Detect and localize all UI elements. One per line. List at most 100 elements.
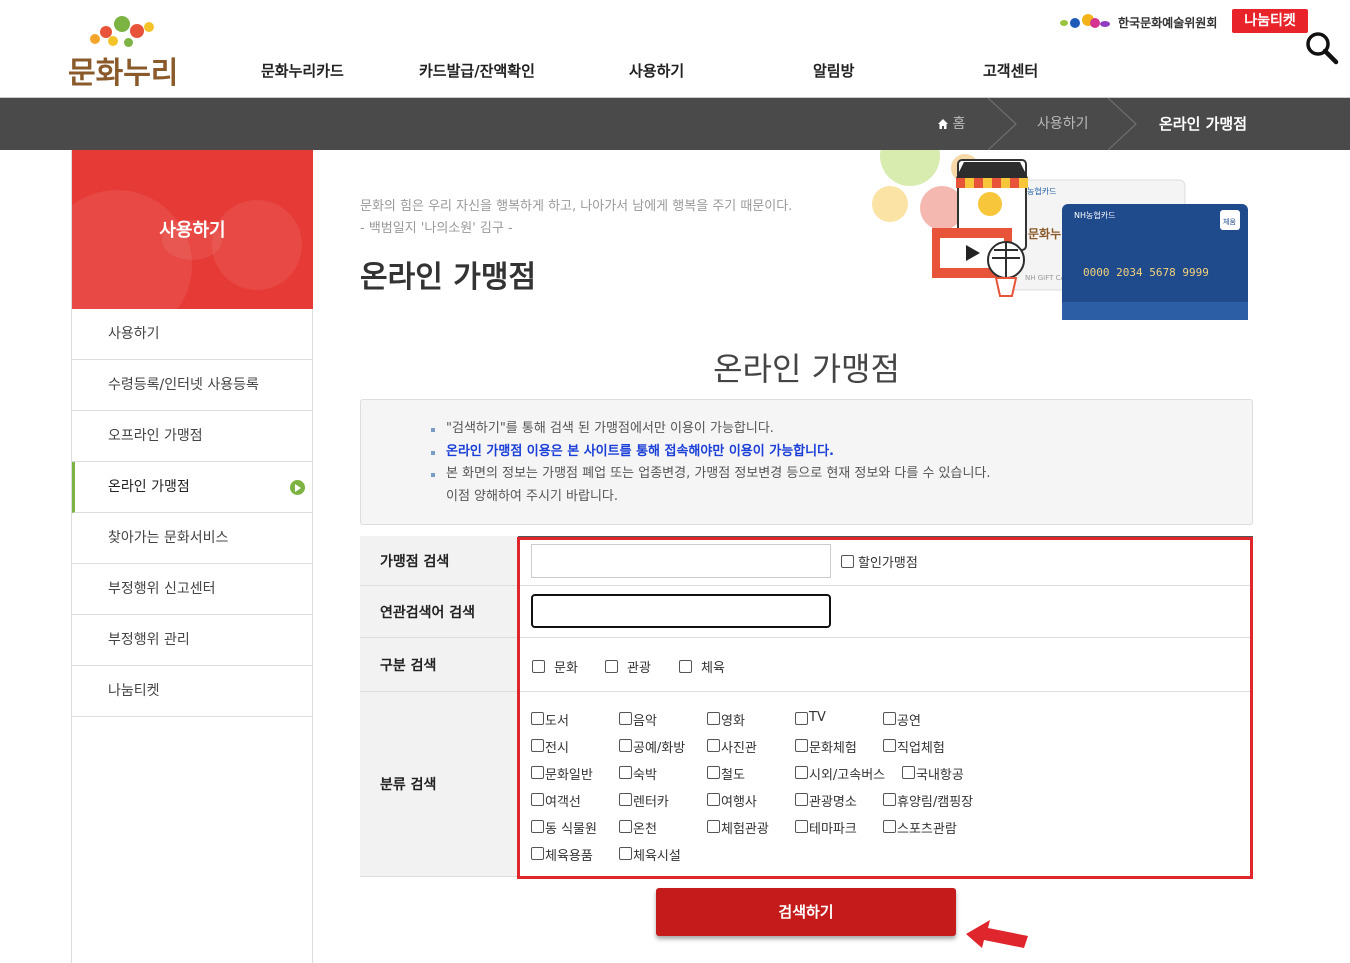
notice-item: "검색하기"를 통해 검색 된 가맹점에서만 이용이 가능합니다. xyxy=(431,418,991,441)
card-number: 0000 2034 5678 9999 xyxy=(1083,266,1209,279)
category-label: 렌터카 xyxy=(633,795,669,810)
store-search-label: 가맹점 검색 xyxy=(360,536,518,585)
category-label: 공연 xyxy=(897,714,921,729)
type-label-tourism: 관광 xyxy=(627,661,651,676)
category-checkbox[interactable] xyxy=(531,793,544,806)
sidebar-item-offline-store[interactable]: 오프라인 가맹점 xyxy=(72,411,313,462)
category-checkbox[interactable] xyxy=(531,739,544,752)
category-label: 체험관광 xyxy=(721,822,769,837)
sidebar-item-label: 오프라인 가맹점 xyxy=(108,428,203,444)
category-checkbox[interactable] xyxy=(531,820,544,833)
search-icon[interactable] xyxy=(1304,30,1340,66)
nav-item-usage[interactable]: 사용하기 xyxy=(629,60,684,81)
row-store-search: 가맹점 검색 할인가맹점 xyxy=(360,536,1253,586)
category-checkbox[interactable] xyxy=(707,712,720,725)
category-label: 공예/화방 xyxy=(633,741,686,756)
category-checkbox[interactable] xyxy=(531,712,544,725)
category-checkbox[interactable] xyxy=(531,766,544,779)
type-label-culture: 문화 xyxy=(554,661,578,676)
category-checkbox[interactable] xyxy=(795,739,808,752)
category-checkbox[interactable] xyxy=(902,766,915,779)
sidebar-title: 사용하기 xyxy=(159,220,226,241)
sidebar-item-visiting-service[interactable]: 찾아가는 문화서비스 xyxy=(72,513,313,564)
hero-illustration: NH농협카드 문화누리 NH GIFT CA NH농협카드 체움 0000 20… xyxy=(870,126,1255,320)
sidebar-item-usage[interactable]: 사용하기 xyxy=(72,309,313,360)
category-checkbox[interactable] xyxy=(619,847,632,860)
category-checkbox[interactable] xyxy=(707,820,720,833)
category-label: 여객선 xyxy=(545,795,581,810)
notice-item: 본 화면의 정보는 가맹점 폐업 또는 업종변경, 가맹점 정보변경 등으로 현… xyxy=(431,463,991,486)
type-checkbox-tourism[interactable] xyxy=(605,660,618,673)
sidebar-item-label: 사용하기 xyxy=(108,326,160,342)
breadcrumb-home[interactable]: 홈 xyxy=(938,98,965,150)
arko-label: 한국문화예술위원회 xyxy=(1118,16,1218,30)
breadcrumb-current: 온라인 가맹점 xyxy=(1159,115,1248,133)
nav-item-customer-center[interactable]: 고객센터 xyxy=(983,60,1038,81)
category-checkbox[interactable] xyxy=(795,712,808,725)
nav-item-notice[interactable]: 알림방 xyxy=(813,60,854,81)
sidebar-header: 사용하기 xyxy=(72,150,313,309)
site-logo[interactable]: 문화누리 xyxy=(68,12,193,91)
nanum-ticket-link[interactable]: 나눔티켓 xyxy=(1232,9,1308,33)
category-checkbox[interactable] xyxy=(883,820,896,833)
type-checkbox-culture[interactable] xyxy=(532,660,545,673)
category-checkbox[interactable] xyxy=(707,766,720,779)
sidebar-item-nanum-ticket[interactable]: 나눔티켓 xyxy=(72,666,313,717)
sidebar-item-fraud-report[interactable]: 부정행위 신고센터 xyxy=(72,564,313,615)
category-label: 동 식물원 xyxy=(545,822,597,837)
play-circle-icon xyxy=(290,480,305,495)
breadcrumb-level1[interactable]: 사용하기 xyxy=(1037,98,1089,150)
category-checkbox[interactable] xyxy=(619,793,632,806)
search-form: 가맹점 검색 할인가맹점 연관검색어 검색 구분 검색 문화 관광 체육 분류 … xyxy=(360,536,1253,877)
category-checkbox[interactable] xyxy=(619,820,632,833)
category-checkbox[interactable] xyxy=(619,712,632,725)
type-search-label: 구분 검색 xyxy=(360,638,518,691)
arko-link[interactable]: 한국문화예술위원회 xyxy=(1060,12,1230,32)
nav-item-culture-card[interactable]: 문화누리카드 xyxy=(261,60,344,81)
store-search-input[interactable] xyxy=(531,544,831,578)
sidebar-item-fraud-manage[interactable]: 부정행위 관리 xyxy=(72,615,313,666)
sidebar-item-label: 부정행위 관리 xyxy=(108,632,190,648)
category-checkbox[interactable] xyxy=(883,793,896,806)
sidebar-item-label: 찾아가는 문화서비스 xyxy=(108,530,229,546)
category-checkbox[interactable] xyxy=(883,712,896,725)
category-checkbox[interactable] xyxy=(619,766,632,779)
category-checkbox[interactable] xyxy=(707,793,720,806)
category-label: 영화 xyxy=(721,714,745,729)
chevron-right-icon xyxy=(1108,98,1137,150)
category-checkbox[interactable] xyxy=(883,739,896,752)
breadcrumb-home-label: 홈 xyxy=(952,116,966,132)
quote-author: - 백범일지 '나의소원' 김구 - xyxy=(360,221,513,236)
quote-line: 문화의 힘은 우리 자신을 행복하게 하고, 나아가서 남에게 행복을 주기 때… xyxy=(360,199,793,214)
discount-store-label: 할인가맹점 xyxy=(858,556,918,571)
category-label: 문화체험 xyxy=(809,741,857,756)
sidebar-item-label: 부정행위 신고센터 xyxy=(108,581,216,597)
page-quote: 문화의 힘은 우리 자신을 행복하게 하고, 나아가서 남에게 행복을 주기 때… xyxy=(360,196,792,240)
search-button[interactable]: 검색하기 xyxy=(656,888,956,936)
discount-store-checkbox[interactable] xyxy=(841,555,854,568)
sidebar-item-online-store[interactable]: 온라인 가맹점 xyxy=(72,462,313,513)
type-checkbox-sports[interactable] xyxy=(679,660,692,673)
category-label: 숙박 xyxy=(633,768,657,783)
category-checkbox[interactable] xyxy=(707,739,720,752)
type-label-sports: 체육 xyxy=(701,661,725,676)
category-label: 전시 xyxy=(545,741,569,756)
category-label: 철도 xyxy=(721,768,745,783)
card-brand-front: NH농협카드 xyxy=(1074,210,1115,220)
pointer-arrow-icon xyxy=(966,920,1028,948)
sidebar-item-label: 온라인 가맹점 xyxy=(108,479,190,495)
category-checkbox[interactable] xyxy=(619,739,632,752)
category-checkbox[interactable] xyxy=(531,847,544,860)
logo-text: 문화누리 xyxy=(68,56,179,91)
related-search-input[interactable] xyxy=(531,594,831,628)
category-label: 관광명소 xyxy=(809,795,857,810)
sidebar-menu: 사용하기 수령등록/인터넷 사용등록 오프라인 가맹점 온라인 가맹점 찾아가는… xyxy=(72,309,313,717)
category-label: TV xyxy=(809,710,826,725)
category-checkbox[interactable] xyxy=(795,766,808,779)
nav-item-card-issue[interactable]: 카드발급/잔액확인 xyxy=(419,60,535,81)
category-checkbox[interactable] xyxy=(795,793,808,806)
category-checkbox[interactable] xyxy=(795,820,808,833)
home-icon xyxy=(938,119,948,129)
sidebar-item-registration[interactable]: 수령등록/인터넷 사용등록 xyxy=(72,360,313,411)
notice-item-highlight: 온라인 가맹점 이용은 본 사이트를 통해 접속해야만 이용이 가능합니다. xyxy=(431,441,991,464)
